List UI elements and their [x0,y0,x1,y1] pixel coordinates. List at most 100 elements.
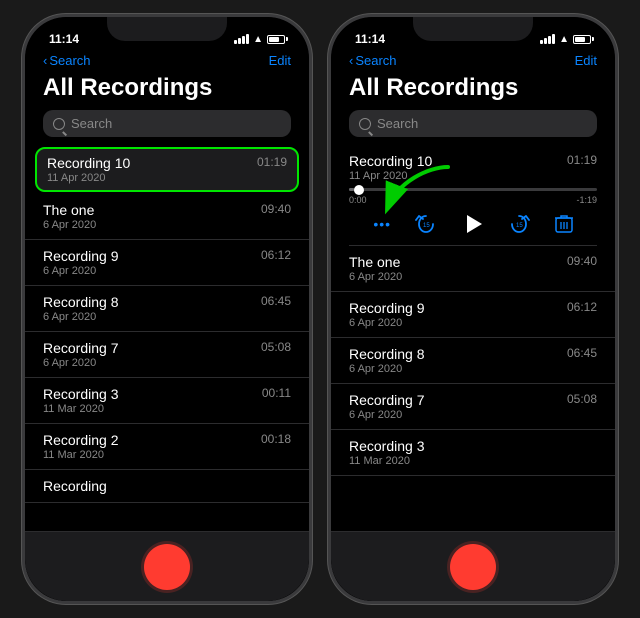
recording-date: 11 Apr 2020 [47,172,287,184]
list-item[interactable]: Recording [25,470,309,503]
recording-duration: 00:18 [261,432,291,446]
recording-date: 11 Mar 2020 [43,403,291,415]
back-chevron-icon: ‹ [43,53,47,68]
recording-name: Recording 7 [43,340,119,356]
wifi-icon: ▲ [559,34,569,45]
expanded-recording-name: Recording 10 [349,153,432,169]
record-button[interactable] [144,544,190,590]
recording-name: Recording 10 [47,155,130,171]
expanded-recording-duration: 01:19 [567,153,597,167]
status-icons: ▲ [540,34,591,45]
recording-name: Recording 8 [349,346,425,362]
signal-bars-icon [540,34,555,44]
recording-duration: 09:40 [261,202,291,216]
battery-icon [573,35,591,44]
status-time: 11:14 [355,32,385,46]
page-title: All Recordings [25,72,309,110]
recording-name: Recording 8 [43,294,119,310]
list-item[interactable]: Recording 8 06:45 6 Apr 2020 [25,286,309,332]
recording-date: 6 Apr 2020 [43,265,291,277]
recording-name: The one [349,254,400,270]
record-button[interactable] [450,544,496,590]
recording-name: Recording 3 [349,438,425,454]
recording-duration: 09:40 [567,254,597,268]
recording-item-highlighted[interactable]: Recording 10 01:19 11 Apr 2020 [35,147,299,192]
play-button[interactable] [462,213,484,235]
search-placeholder: Search [377,116,418,131]
recording-date: 6 Apr 2020 [43,219,291,231]
recording-duration: 00:11 [262,386,291,400]
recording-date: 6 Apr 2020 [349,363,597,375]
recording-duration: 01:19 [257,155,287,169]
back-button[interactable]: ‹ Search [349,53,397,68]
recording-duration: 06:12 [567,300,597,314]
search-label: Search [49,53,90,68]
status-icons: ▲ [234,34,285,45]
search-icon [53,118,65,130]
list-item[interactable]: Recording 3 11 Mar 2020 [331,430,615,476]
notch [413,17,533,41]
list-item[interactable]: Recording 7 05:08 6 Apr 2020 [331,384,615,430]
svg-text:15: 15 [516,223,523,229]
recording-date: 6 Apr 2020 [349,271,597,283]
recording-name: Recording 9 [349,300,425,316]
recording-date: 11 Mar 2020 [349,455,597,467]
delete-button[interactable] [555,214,573,234]
signal-bars-icon [234,34,249,44]
list-item[interactable]: Recording 9 06:12 6 Apr 2020 [331,292,615,338]
list-item[interactable]: The one 09:40 6 Apr 2020 [25,194,309,240]
status-time: 11:14 [49,32,79,46]
recording-duration: 06:45 [261,294,291,308]
progress-times: 0:00 -1:19 [349,195,597,205]
progress-dot [354,185,364,195]
recordings-list: Recording 10 01:19 11 Apr 2020 The one 0… [25,145,309,531]
recording-name: Recording 2 [43,432,119,448]
search-bar[interactable]: Search [43,110,291,137]
recordings-list: The one 09:40 6 Apr 2020 Recording 9 06:… [331,246,615,531]
page-title: All Recordings [331,72,615,110]
recording-name: Recording 3 [43,386,119,402]
rewind-15-button[interactable]: 15 [415,213,437,235]
list-item[interactable]: Recording 2 00:18 11 Mar 2020 [25,424,309,470]
current-time: 0:00 [349,195,367,205]
recording-duration: 06:12 [261,248,291,262]
list-item[interactable]: Recording 7 05:08 6 Apr 2020 [25,332,309,378]
nav-area: ‹ Search Edit [331,53,615,72]
back-button[interactable]: ‹ Search [43,53,91,68]
recording-date: 6 Apr 2020 [43,357,291,369]
search-label: Search [355,53,396,68]
notch [107,17,227,41]
battery-icon [267,35,285,44]
expanded-recording-date: 11 Apr 2020 [349,170,597,182]
progress-bar[interactable] [349,188,597,191]
recording-duration: 05:08 [261,340,291,354]
list-item[interactable]: Recording 9 06:12 6 Apr 2020 [25,240,309,286]
recording-name: Recording 9 [43,248,119,264]
right-phone: 11:14 ▲ ‹ Se [328,14,618,604]
edit-button[interactable]: Edit [269,53,291,68]
forward-15-button[interactable]: 15 [508,213,530,235]
options-button[interactable]: ••• [373,216,391,232]
edit-button[interactable]: Edit [575,53,597,68]
list-item[interactable]: Recording 8 06:45 6 Apr 2020 [331,338,615,384]
recording-duration: 05:08 [567,392,597,406]
back-chevron-icon: ‹ [349,53,353,68]
search-icon [359,118,371,130]
recording-name: The one [43,202,94,218]
recording-duration: 06:45 [567,346,597,360]
remaining-time: -1:19 [576,195,597,205]
expanded-recording-item[interactable]: Recording 10 01:19 11 Apr 2020 0:00 -1:1… [331,145,615,245]
recording-date: 11 Mar 2020 [43,449,291,461]
nav-area: ‹ Search Edit [25,53,309,72]
left-phone: 11:14 ▲ ‹ Se [22,14,312,604]
search-bar[interactable]: Search [349,110,597,137]
recording-name: Recording 7 [349,392,425,408]
bottom-bar [25,531,309,601]
list-item[interactable]: The one 09:40 6 Apr 2020 [331,246,615,292]
recording-date: 6 Apr 2020 [43,311,291,323]
list-item[interactable]: Recording 3 00:11 11 Mar 2020 [25,378,309,424]
svg-text:15: 15 [423,223,430,229]
recording-name: Recording [43,478,107,494]
playback-controls: ••• 15 [349,209,597,241]
recording-date: 6 Apr 2020 [349,317,597,329]
